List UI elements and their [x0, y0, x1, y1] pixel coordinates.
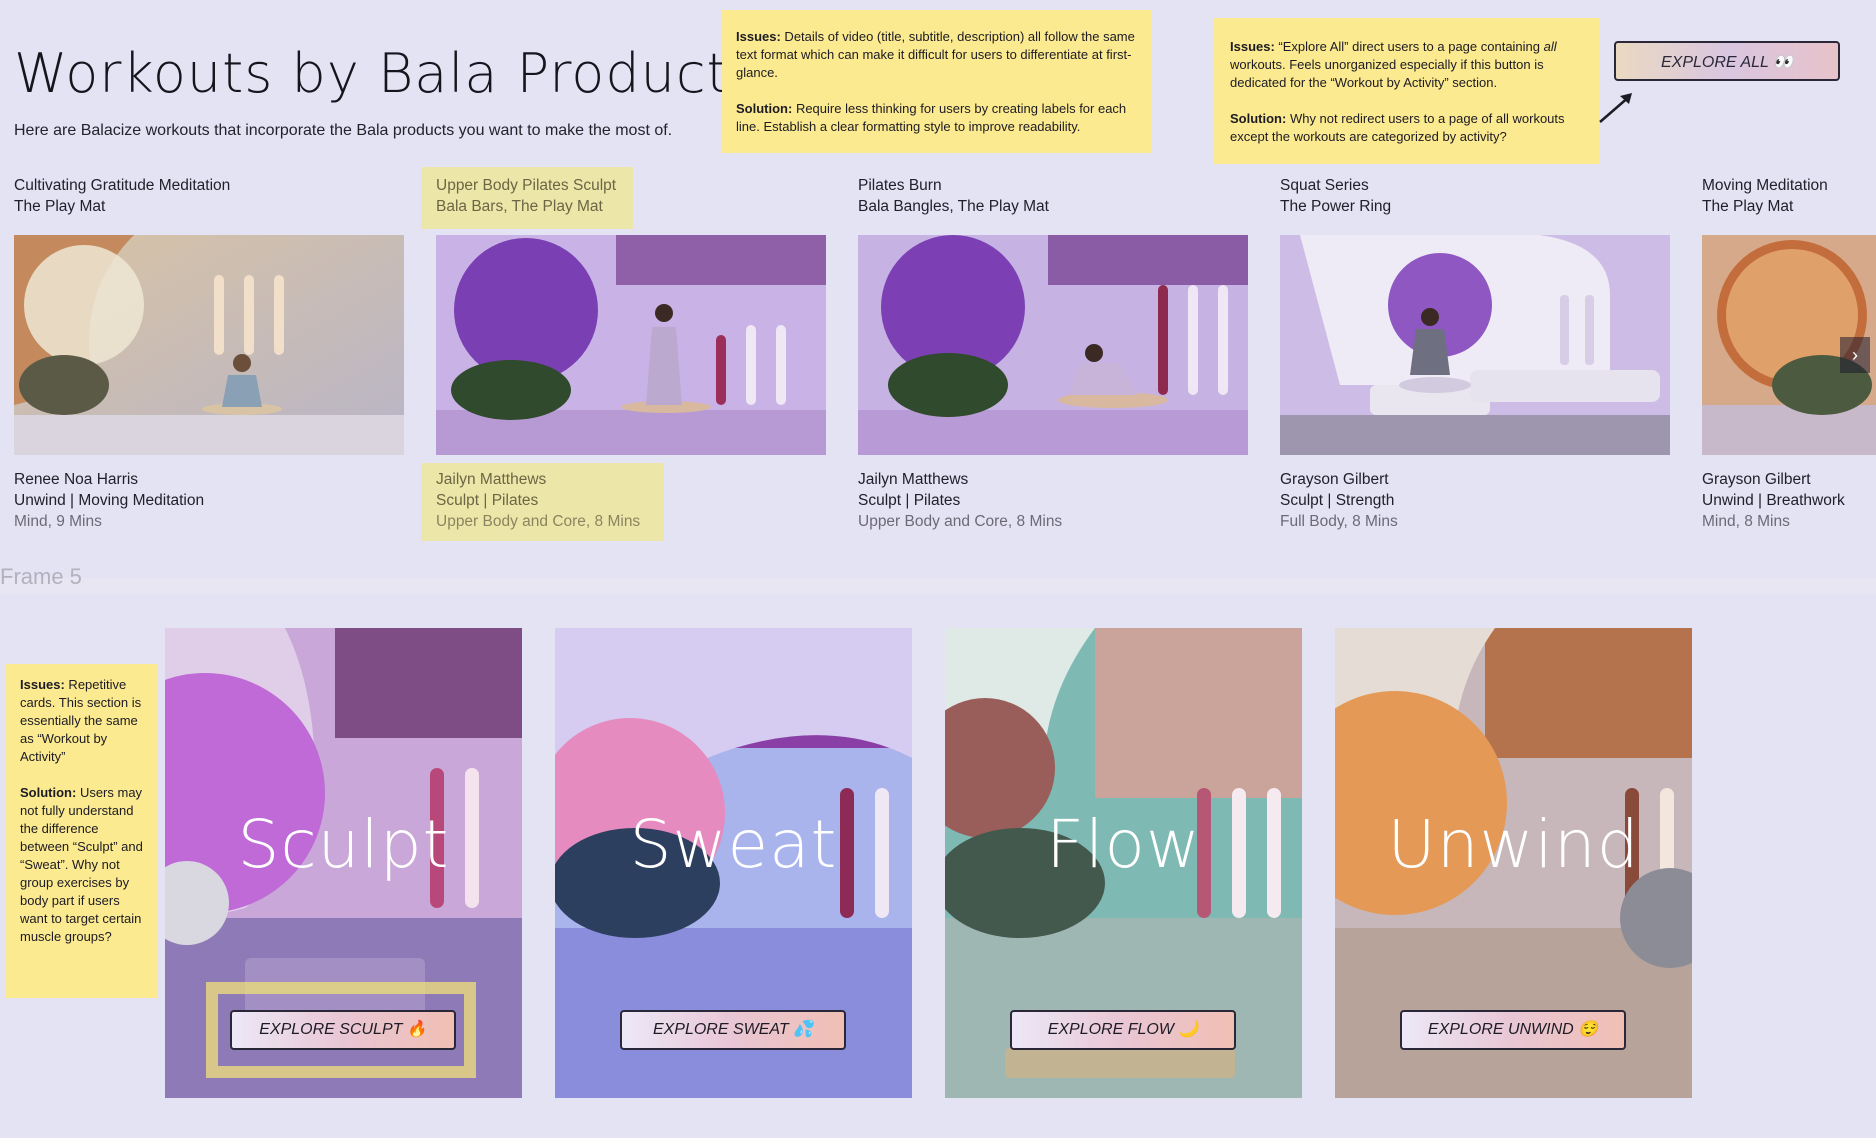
note-issue-label: Issues:: [736, 29, 781, 44]
note-solution-text: Require less thinking for users by creat…: [736, 101, 1127, 134]
workout-detail: Mind, 8 Mins: [1702, 513, 1790, 530]
workout-title: Moving Meditation: [1702, 177, 1828, 194]
note-issue-text: Details of video (title, subtitle, descr…: [736, 29, 1135, 80]
workout-products: The Power Ring: [1280, 198, 1392, 215]
workout-card[interactable]: Pilates Burn Bala Bangles, The Play Mat J…: [858, 175, 1248, 530]
note-issue-text: “Explore All” direct users to a page con…: [1274, 39, 1544, 54]
workout-instructor: Grayson Gilbert: [1702, 471, 1811, 488]
workout-products: The Play Mat: [1702, 198, 1794, 215]
activity-title: Unwind: [1387, 806, 1640, 883]
workout-products: Bala Bars, The Play Mat: [436, 198, 603, 215]
page-title: Workouts by Bala Product: [14, 42, 729, 105]
activity-title: Sculpt: [237, 806, 450, 883]
workout-detail: Mind, 9 Mins: [14, 513, 102, 530]
note-issue-label: Issues:: [1230, 39, 1275, 54]
workout-card[interactable]: Cultivating Gratitude Meditation The Play…: [14, 175, 404, 530]
workout-detail: Full Body, 8 Mins: [1280, 513, 1398, 530]
annotation-note-explore-all: Issues: “Explore All” direct users to a …: [1214, 18, 1599, 164]
note-solution-label: Solution:: [736, 101, 793, 116]
highlight-annotation: [206, 982, 476, 1078]
activity-card-flow[interactable]: Flow EXPLORE FLOW 🌙: [945, 628, 1302, 1098]
workout-instructor: Renee Noa Harris: [14, 471, 139, 488]
workout-instructor: Grayson Gilbert: [1280, 471, 1389, 488]
workout-products: Bala Bangles, The Play Mat: [858, 198, 1049, 215]
workout-thumbnail[interactable]: [14, 235, 404, 455]
carousel-next-icon[interactable]: ›: [1840, 337, 1870, 373]
note-solution-label: Solution:: [20, 785, 77, 800]
workout-title: Squat Series: [1280, 177, 1369, 194]
activity-title: Flow: [1046, 806, 1201, 883]
annotation-note-formatting: Issues: Details of video (title, subtitl…: [722, 10, 1152, 153]
workout-title: Pilates Burn: [858, 177, 942, 194]
workout-card[interactable]: Squat Series The Power Ring Grayson Gilbe…: [1280, 175, 1670, 530]
annotation-note-repetitive-cards: Issues: Repetitive cards. This section i…: [6, 664, 158, 998]
note-issue-label: Issues:: [20, 677, 65, 692]
workout-category: Unwind | Moving Meditation: [14, 492, 205, 509]
workout-thumbnail[interactable]: [436, 235, 826, 455]
note-solution-label: Solution:: [1230, 111, 1287, 126]
workout-instructor: Jailyn Matthews: [858, 471, 969, 488]
activity-card-unwind[interactable]: Unwind EXPLORE UNWIND 😌: [1335, 628, 1692, 1098]
annotation-arrow-icon: [1599, 93, 1632, 123]
workout-detail: Upper Body and Core, 8 Mins: [858, 513, 1063, 530]
note-issue-text-2: workouts. Feels unorganized especially i…: [1230, 57, 1544, 90]
workout-thumbnail[interactable]: [858, 235, 1248, 455]
explore-sweat-button[interactable]: EXPLORE SWEAT 💦: [620, 1010, 846, 1050]
workout-title: Upper Body Pilates Sculpt: [436, 177, 617, 194]
workout-detail: Upper Body and Core, 8 Mins: [436, 513, 641, 530]
page-subtitle: Here are Balacize workouts that incorpor…: [14, 122, 673, 139]
workout-category: Sculpt | Strength: [1280, 492, 1395, 509]
workout-category: Sculpt | Pilates: [858, 492, 961, 509]
workout-thumbnail[interactable]: [1280, 235, 1670, 455]
workout-card[interactable]: Upper Body Pilates Sculpt Bala Bars, The …: [436, 175, 826, 530]
explore-flow-button[interactable]: EXPLORE FLOW 🌙: [1010, 1010, 1236, 1050]
workout-title: Cultivating Gratitude Meditation: [14, 177, 231, 194]
workout-category: Sculpt | Pilates: [436, 492, 539, 509]
workout-card[interactable]: Moving Meditation The Play Mat Grayson Gi…: [1702, 175, 1876, 530]
explore-all-button[interactable]: EXPLORE ALL 👀: [1614, 41, 1840, 81]
activity-title: Sweat: [629, 806, 838, 883]
note-solution-text: Users may not fully understand the diffe…: [20, 785, 143, 944]
workout-category: Unwind | Breathwork: [1702, 492, 1845, 509]
activity-card-sweat[interactable]: Sweat EXPLORE SWEAT 💦: [555, 628, 912, 1098]
explore-unwind-button[interactable]: EXPLORE UNWIND 😌: [1400, 1010, 1626, 1050]
workout-products: The Play Mat: [14, 198, 106, 215]
note-issue-emphasis: all: [1543, 39, 1557, 54]
workout-instructor: Jailyn Matthews: [436, 471, 547, 488]
frame-label: Frame 5: [0, 564, 82, 589]
